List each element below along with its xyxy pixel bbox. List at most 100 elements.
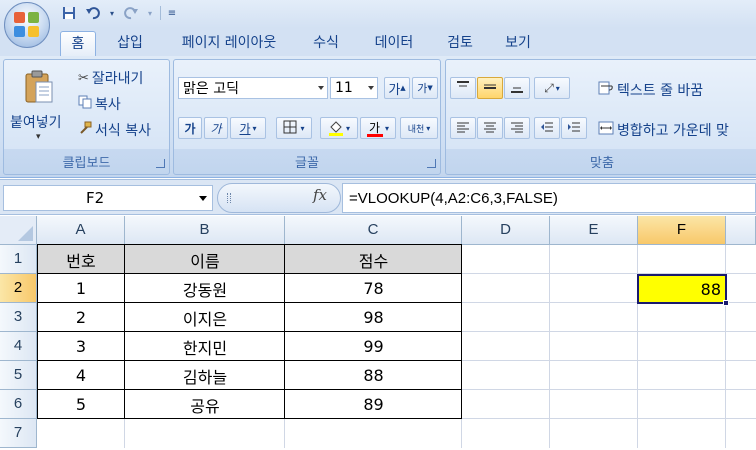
brush-icon [78,121,92,139]
undo-icon[interactable] [84,5,102,21]
cell-a1[interactable]: 번호 [37,245,125,274]
font-launcher-icon[interactable] [427,159,436,168]
align-top-icon [456,80,470,96]
grow-font-button[interactable]: 가 ▲ [384,77,410,99]
cell-a3[interactable]: 2 [37,303,125,332]
fill-color-button[interactable]: ▾ [320,117,358,139]
align-bottom-button[interactable] [504,77,530,99]
table-border [37,418,462,419]
cell-c2[interactable]: 78 [285,274,462,303]
cell-c4[interactable]: 99 [285,332,462,361]
column-header-c[interactable]: C [285,216,462,245]
clipboard-launcher-icon[interactable] [156,159,165,168]
align-right-icon [510,121,524,136]
tab-formulas[interactable]: 수식 [302,31,350,57]
column-header-b[interactable]: B [125,216,285,245]
tab-review[interactable]: 검토 [438,31,482,57]
tab-insert[interactable]: 삽입 [108,31,152,57]
paste-label: 붙여넣기 [10,115,62,131]
clipboard-group-label: 클립보드 [62,156,111,171]
cell-c1[interactable]: 점수 [285,245,462,274]
cell-c5[interactable]: 88 [285,361,462,390]
font-group-label: 글꼴 [295,156,319,171]
name-box[interactable]: F2 [3,185,213,211]
office-button[interactable] [4,2,50,48]
font-name-combo[interactable]: 맑은 고딕 [178,77,328,99]
insert-function-icon[interactable]: fx [313,186,327,204]
italic-button[interactable]: 가 [204,117,228,139]
tab-page-layout[interactable]: 페이지 레이아웃 [168,31,290,57]
paste-dropdown-icon: ▾ [36,132,41,142]
clipboard-group: 붙여넣기 ▾ ✂ 잘라내기 복사 서식 복사 클립보드 [3,59,170,175]
borders-button[interactable]: ▾ [276,117,312,139]
undo-dropdown-icon[interactable]: ▾ [108,5,116,21]
qat-separator [160,6,161,20]
phonetic-button[interactable]: 내천 ▾ [400,117,438,139]
cell-a5[interactable]: 4 [37,361,125,390]
align-left-button[interactable] [450,117,476,139]
align-right-button[interactable] [504,117,530,139]
row-header-3[interactable]: 3 [0,303,37,332]
fill-handle[interactable] [723,300,729,306]
row-header-7[interactable]: 7 [0,419,37,448]
orientation-icon: ⤢ [544,80,554,95]
row-header-1[interactable]: 1 [0,245,37,274]
cell-c3[interactable]: 98 [285,303,462,332]
align-middle-button[interactable] [477,77,503,99]
tab-view[interactable]: 보기 [494,31,542,57]
align-center-icon [483,121,497,136]
cell-b2[interactable]: 강동원 [125,274,285,303]
redo-dropdown-icon[interactable]: ▾ [146,5,154,21]
align-center-button[interactable] [477,117,503,139]
font-size-combo[interactable]: 11 [330,77,378,99]
redo-icon[interactable] [122,5,140,21]
cut-label: 잘라내기 [91,71,144,87]
increase-indent-button[interactable] [561,117,587,139]
row-header-5[interactable]: 5 [0,361,37,390]
underline-button[interactable]: 가 ▾ [230,117,266,139]
column-header-e[interactable]: E [550,216,638,245]
wrap-text-button[interactable]: 텍스트 줄 바꿈 [598,80,703,100]
cell-c6[interactable]: 89 [285,390,462,419]
align-top-button[interactable] [450,77,476,99]
copy-button[interactable]: 복사 [78,94,121,114]
column-header-d[interactable]: D [462,216,550,245]
cell-b3[interactable]: 이지은 [125,303,285,332]
font-color-button[interactable]: 가 ▾ [360,117,396,139]
formula-input[interactable]: =VLOOKUP(4,A2:C6,3,FALSE) [342,183,756,213]
save-icon[interactable] [60,5,78,21]
column-header-a[interactable]: A [37,216,125,245]
tab-data[interactable]: 데이터 [364,31,424,57]
align-left-icon [456,121,470,136]
column-header-f[interactable]: F [638,216,726,245]
cell-b4[interactable]: 한지민 [125,332,285,361]
cut-button[interactable]: ✂ 잘라내기 [78,68,143,88]
row-header-2[interactable]: 2 [0,274,37,303]
row-header-4[interactable]: 4 [0,332,37,361]
table-border [37,389,462,390]
cell-b1[interactable]: 이름 [125,245,285,274]
cell-a6[interactable]: 5 [37,390,125,419]
increase-indent-icon [567,121,581,136]
resize-handle-icon[interactable] [227,193,231,203]
cell-a4[interactable]: 3 [37,332,125,361]
cell-a2[interactable]: 1 [37,274,125,303]
cell-f2-active[interactable]: 88 [637,274,727,304]
phonetic-dropdown-icon: ▾ [426,123,431,133]
tab-home[interactable]: 홈 [60,31,96,57]
cell-b5[interactable]: 김하늘 [125,361,285,390]
select-all-button[interactable] [0,216,37,245]
column-header-g[interactable] [726,216,756,245]
shrink-font-button[interactable]: 가 ▼ [412,77,438,99]
merge-center-button[interactable]: 병합하고 가운데 맞 [598,120,729,140]
format-painter-button[interactable]: 서식 복사 [78,120,151,140]
decrease-indent-button[interactable] [534,117,560,139]
customize-icon[interactable]: ≡ [167,5,177,21]
paste-button[interactable]: 붙여넣기 ▾ [8,66,70,146]
row-header-6[interactable]: 6 [0,390,37,419]
bold-button[interactable]: 가 [178,117,202,139]
bold-label: 가 [184,121,196,136]
orientation-button[interactable]: ⤢ ▾ [534,77,570,99]
cell-b6[interactable]: 공유 [125,390,285,419]
underline-dropdown-icon: ▾ [252,123,257,133]
